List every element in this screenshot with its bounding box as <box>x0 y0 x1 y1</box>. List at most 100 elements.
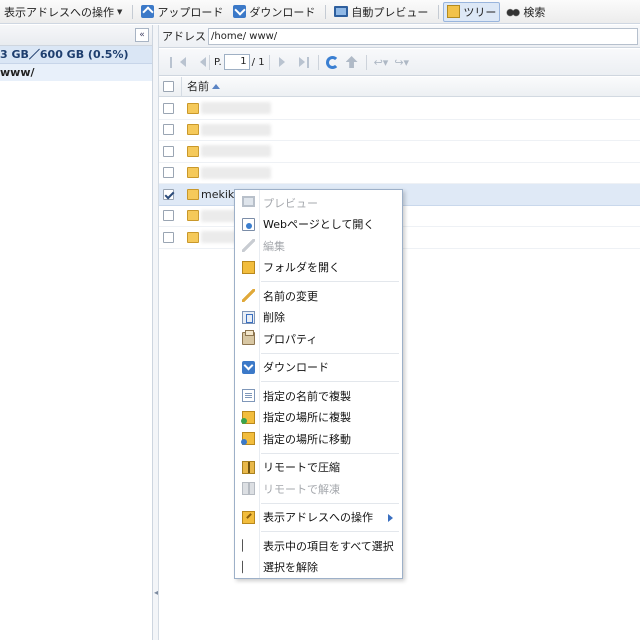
menu-item-edit[interactable]: 編集 <box>235 235 402 257</box>
upload-button[interactable]: アップロード <box>137 2 227 22</box>
folder-open-icon <box>242 260 255 274</box>
parent-folder-icon[interactable] <box>345 56 358 68</box>
folder-icon <box>187 145 199 157</box>
pager-separator <box>317 54 319 70</box>
redacted-filename <box>201 145 271 158</box>
folder-icon <box>187 188 199 200</box>
row-checkbox[interactable] <box>163 102 174 114</box>
back-icon[interactable]: ↩▾ <box>374 56 389 69</box>
tree-icon <box>447 5 461 18</box>
menu-separator <box>235 500 402 507</box>
folder-icon <box>187 231 199 243</box>
document-copy-icon <box>242 389 255 402</box>
tree-panel-header: « <box>0 25 152 46</box>
menu-item-remote-extract[interactable]: リモートで解凍 <box>235 478 402 500</box>
chevron-right-icon <box>388 513 393 522</box>
table-row[interactable] <box>159 141 640 163</box>
select-all-checkbox[interactable] <box>163 81 174 92</box>
toolbar-separator <box>438 4 440 19</box>
folder-icon <box>187 102 199 114</box>
context-menu: プレビュー Webページとして開く 編集 フォルダを開く 名前の変更 削除 プロ… <box>234 189 403 579</box>
page-label: P. <box>214 56 222 68</box>
menu-separator <box>235 450 402 457</box>
table-row[interactable] <box>159 120 640 141</box>
chevron-left-icon: ◂ <box>154 588 159 597</box>
menu-item-rename[interactable]: 名前の変更 <box>235 285 402 307</box>
properties-box-icon <box>242 330 255 345</box>
menu-item-label: 指定の場所に移動 <box>263 432 351 446</box>
row-checkbox[interactable] <box>163 231 174 243</box>
previous-page-icon[interactable] <box>190 56 206 68</box>
page-total: / 1 <box>251 56 265 68</box>
menu-item-preview[interactable]: プレビュー <box>235 192 402 214</box>
folder-icon <box>187 167 199 179</box>
menu-item-label: 選択を解除 <box>263 561 318 575</box>
web-page-icon <box>242 217 255 231</box>
menu-item-label: 表示中の項目をすべて選択 <box>263 539 394 553</box>
table-row[interactable] <box>159 98 640 120</box>
menu-item-label: プロパティ <box>263 332 318 346</box>
menu-item-remote-compress[interactable]: リモートで圧縮 <box>235 457 402 479</box>
menu-item-open-folder[interactable]: フォルダを開く <box>235 257 402 279</box>
address-input[interactable]: /home/ www/ <box>208 27 638 45</box>
menu-item-label: リモートで解凍 <box>263 482 340 496</box>
download-icon <box>242 360 255 374</box>
name-column-label: 名前 <box>187 79 209 93</box>
menu-item-download[interactable]: ダウンロード <box>235 357 402 379</box>
menu-item-select-all[interactable]: 表示中の項目をすべて選択 <box>235 535 402 557</box>
table-row[interactable] <box>159 163 640 184</box>
binoculars-icon <box>506 6 521 17</box>
pager-separator <box>365 54 367 70</box>
menu-item-label: ダウンロード <box>263 361 329 375</box>
monitor-icon <box>334 6 349 17</box>
row-checkbox[interactable] <box>163 188 174 200</box>
menu-item-copy-with-name[interactable]: 指定の名前で複製 <box>235 385 402 407</box>
row-checkbox[interactable] <box>163 167 174 179</box>
row-checkbox[interactable] <box>163 145 174 157</box>
address-ops-menu-button[interactable]: 表示アドレスへの操作 ▼ <box>0 2 126 22</box>
drive-usage-row[interactable]: 3 GB／600 GB (0.5%) <box>0 46 152 64</box>
cursor-icon <box>242 539 255 552</box>
menu-item-label: 削除 <box>263 311 285 325</box>
upload-label: アップロード <box>157 5 224 19</box>
upload-icon <box>141 5 155 18</box>
last-page-icon[interactable] <box>298 56 309 68</box>
first-page-icon[interactable] <box>170 56 186 68</box>
page-number-input[interactable]: 1 <box>223 54 250 70</box>
sort-ascending-icon <box>212 83 220 89</box>
row-checkbox[interactable] <box>163 124 174 136</box>
menu-item-address-ops[interactable]: 表示アドレスへの操作 <box>235 507 402 529</box>
forward-icon[interactable]: ↪▾ <box>394 56 409 69</box>
auto-preview-button[interactable]: 自動プレビュー <box>330 2 432 22</box>
menu-item-label: プレビュー <box>263 196 318 210</box>
tree-item-www[interactable]: www/ <box>0 64 152 81</box>
file-name: mekiki <box>201 187 238 201</box>
name-column-header[interactable]: 名前 <box>181 76 220 97</box>
menu-item-properties[interactable]: プロパティ <box>235 328 402 350</box>
archive-icon <box>242 482 255 495</box>
menu-item-move-to[interactable]: 指定の場所に移動 <box>235 428 402 450</box>
redacted-filename <box>201 102 271 115</box>
menu-separator <box>235 528 402 535</box>
menu-item-delete[interactable]: 削除 <box>235 307 402 329</box>
cursor-icon <box>242 560 255 574</box>
chevron-down-icon: ▼ <box>117 7 123 16</box>
refresh-icon[interactable] <box>325 55 339 69</box>
download-label: ダウンロード <box>249 5 316 19</box>
menu-item-open-web[interactable]: Webページとして開く <box>235 214 402 236</box>
menu-item-deselect[interactable]: 選択を解除 <box>235 557 402 579</box>
file-grid-header: 名前 <box>159 76 640 97</box>
address-label: アドレス <box>162 30 206 43</box>
pencil-icon <box>242 289 255 302</box>
folder-icon <box>187 124 199 136</box>
collapse-panel-button[interactable]: « <box>135 28 149 42</box>
tree-toggle-button[interactable]: ツリー <box>443 1 501 22</box>
row-checkbox[interactable] <box>163 210 174 222</box>
next-page-icon[interactable] <box>278 56 289 68</box>
menu-item-copy-to[interactable]: 指定の場所に複製 <box>235 407 402 429</box>
menu-item-label: 編集 <box>263 239 285 253</box>
download-button[interactable]: ダウンロード <box>229 2 319 22</box>
search-button[interactable]: 検索 <box>502 2 549 22</box>
folder-pencil-icon <box>242 510 255 524</box>
auto-preview-label: 自動プレビュー <box>351 5 429 19</box>
